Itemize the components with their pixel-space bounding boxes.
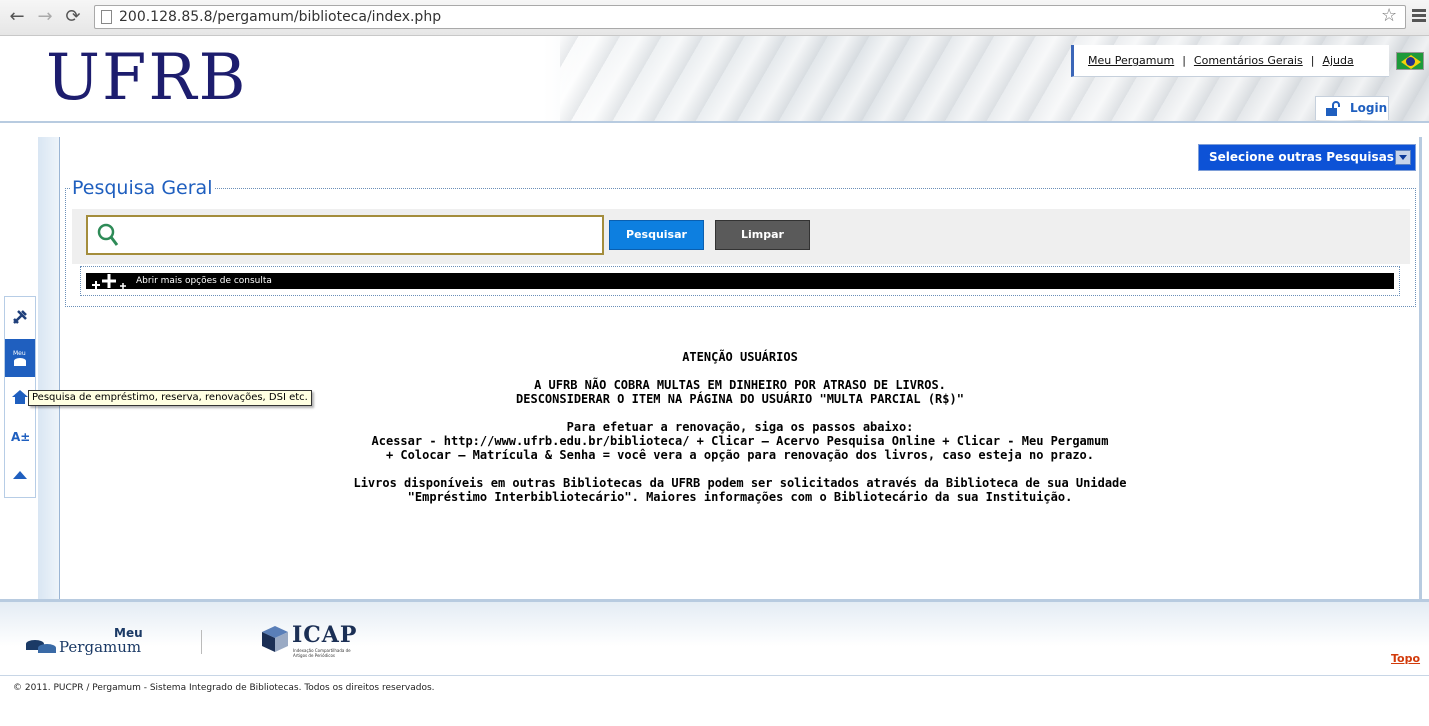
meu-label: Meu bbox=[13, 350, 26, 357]
font-size-icon: A± bbox=[11, 430, 30, 444]
clear-button[interactable]: Limpar bbox=[715, 220, 810, 250]
notice-line: Livros disponíveis em outras Bibliotecas… bbox=[353, 476, 1127, 490]
link-ajuda[interactable]: Ajuda bbox=[1322, 54, 1353, 67]
topo-link[interactable]: Topo bbox=[1391, 652, 1420, 665]
link-comentarios-gerais[interactable]: Comentários Gerais bbox=[1194, 54, 1303, 67]
more-options-label: Abrir mais opções de consulta bbox=[136, 276, 272, 286]
search-icon bbox=[97, 223, 119, 246]
icap-logo[interactable]: ICAP Indexação Compartilhada de Artigos … bbox=[260, 622, 360, 664]
more-options-toggle[interactable]: Abrir mais opções de consulta bbox=[86, 273, 1394, 289]
notice-line: + Colocar – Matrícula & Senha = você ver… bbox=[385, 448, 1094, 462]
tools-button[interactable] bbox=[5, 299, 35, 337]
bookmark-star-icon[interactable]: ☆ bbox=[1381, 6, 1397, 26]
login-button[interactable]: Login bbox=[1315, 96, 1389, 120]
footer-pergamum-label: Pergamum bbox=[59, 638, 142, 656]
reload-icon[interactable]: ⟳ bbox=[62, 6, 84, 28]
tools-icon bbox=[13, 310, 27, 324]
back-arrow-icon[interactable]: ← bbox=[6, 6, 28, 28]
cube-icon bbox=[262, 626, 288, 652]
notice-block: ATENÇÃO USUÁRIOS A UFRB NÃO COBRA MULTAS… bbox=[60, 350, 1420, 518]
login-label: Login bbox=[1350, 101, 1388, 115]
brazil-flag-icon[interactable] bbox=[1396, 52, 1424, 70]
unlock-icon bbox=[1326, 101, 1340, 116]
chevron-down-icon bbox=[1395, 150, 1411, 165]
svg-text:A±: A± bbox=[11, 430, 29, 443]
other-searches-label: Selecione outras Pesquisas bbox=[1209, 150, 1394, 164]
icap-subtitle: Indexação Compartilhada de Artigos de Pe… bbox=[293, 648, 351, 658]
search-input-wrapper bbox=[86, 215, 604, 255]
notice-line: Para efetuar a renovação, siga os passos… bbox=[566, 420, 914, 434]
disk-icon bbox=[14, 358, 26, 366]
menu-icon[interactable] bbox=[1412, 9, 1426, 24]
notice-title: ATENÇÃO USUÁRIOS bbox=[682, 350, 798, 364]
browser-toolbar: ← → ⟳ 200.128.85.8/pergamum/biblioteca/i… bbox=[0, 0, 1429, 36]
ufrb-logo[interactable]: UFRB bbox=[46, 38, 248, 118]
link-meu-pergamum[interactable]: Meu Pergamum bbox=[1088, 54, 1174, 67]
search-input[interactable] bbox=[122, 223, 592, 247]
home-icon bbox=[12, 390, 28, 404]
notice-line: "Empréstimo Interbibliotecário". Maiores… bbox=[407, 490, 1073, 504]
notice-line: Acessar - http://www.ufrb.edu.br/bibliot… bbox=[371, 434, 1109, 448]
top-links: Meu Pergamum | Comentários Gerais | Ajuda bbox=[1071, 45, 1389, 77]
site-footer bbox=[0, 602, 1429, 676]
icap-label: ICAP bbox=[292, 622, 358, 648]
notice-line: DESCONSIDERAR O ITEM NA PÁGINA DO USUÁRI… bbox=[516, 392, 964, 406]
font-size-button[interactable]: A± bbox=[5, 419, 35, 457]
forward-arrow-icon[interactable]: → bbox=[34, 6, 56, 28]
page-icon bbox=[101, 10, 112, 24]
search-button[interactable]: Pesquisar bbox=[609, 220, 704, 250]
left-rail bbox=[38, 137, 60, 599]
meu-pergamum-logo[interactable]: Meu Pergamum bbox=[25, 626, 145, 658]
search-legend: Pesquisa Geral bbox=[70, 176, 215, 200]
copyright: © 2011. PUCPR / Pergamum - Sistema Integ… bbox=[13, 683, 435, 693]
disk-stack-icon bbox=[26, 640, 56, 653]
triangle-up-icon bbox=[13, 471, 27, 479]
other-searches-select[interactable]: Selecione outras Pesquisas bbox=[1198, 144, 1416, 171]
plus-icon bbox=[92, 274, 126, 289]
address-url: 200.128.85.8/pergamum/biblioteca/index.p… bbox=[119, 9, 442, 25]
scroll-top-button[interactable] bbox=[5, 459, 35, 497]
notice-line: A UFRB NÃO COBRA MULTAS EM DINHEIRO POR … bbox=[534, 378, 946, 392]
meu-pergamum-button[interactable]: Meu bbox=[5, 339, 35, 377]
address-bar[interactable]: 200.128.85.8/pergamum/biblioteca/index.p… bbox=[94, 5, 1406, 29]
